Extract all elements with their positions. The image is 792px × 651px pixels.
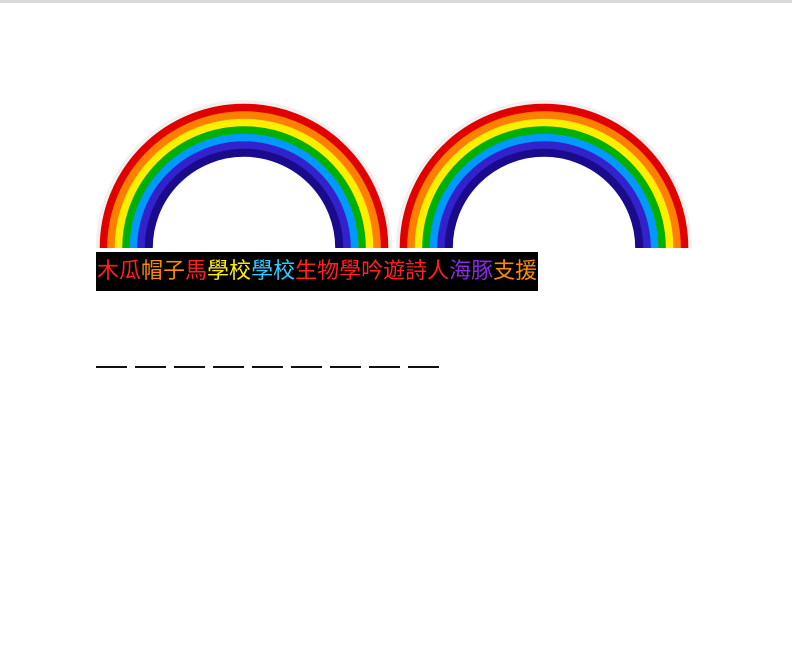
word-5[interactable]: 學校 <box>251 252 295 291</box>
answer-blank-9[interactable] <box>408 366 439 368</box>
rainbow-right <box>396 100 692 249</box>
word-3[interactable]: 馬 <box>185 252 207 291</box>
page: 木瓜 帽子 馬 學校 學校 生物學 吟遊詩人 海豚 支援 <box>0 0 792 651</box>
rainbow-left <box>96 100 392 249</box>
word-2[interactable]: 帽子 <box>141 252 185 291</box>
word-banner: 木瓜 帽子 馬 學校 學校 生物學 吟遊詩人 海豚 支援 <box>96 252 539 291</box>
word-7[interactable]: 吟遊詩人 <box>361 252 449 291</box>
top-divider <box>0 0 792 3</box>
answer-blank-2[interactable] <box>135 366 166 368</box>
answer-blank-1[interactable] <box>96 366 127 368</box>
word-4[interactable]: 學校 <box>207 252 251 291</box>
word-9[interactable]: 支援 <box>493 252 537 291</box>
word-8[interactable]: 海豚 <box>449 252 493 291</box>
answer-blank-3[interactable] <box>174 366 205 368</box>
answer-blank-5[interactable] <box>252 366 283 368</box>
answer-blank-6[interactable] <box>291 366 322 368</box>
answer-blank-4[interactable] <box>213 366 244 368</box>
answer-blank-8[interactable] <box>369 366 400 368</box>
word-1[interactable]: 木瓜 <box>97 252 141 291</box>
answer-blanks <box>96 366 439 368</box>
answer-blank-7[interactable] <box>330 366 361 368</box>
word-6[interactable]: 生物學 <box>295 252 361 291</box>
